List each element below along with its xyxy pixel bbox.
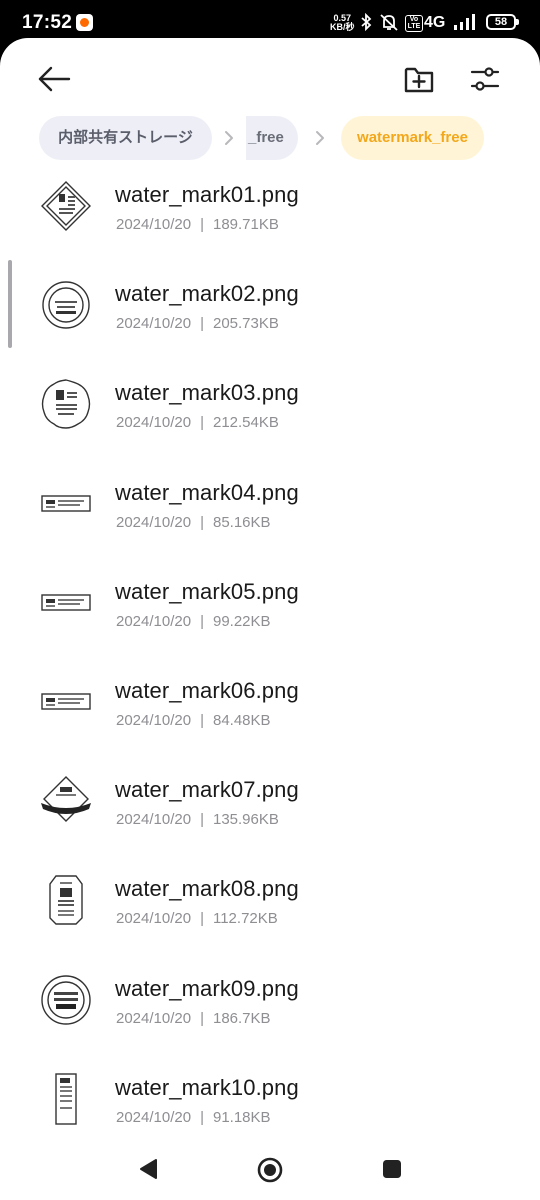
meta-separator: | (200, 910, 204, 927)
file-thumbnail (55, 1073, 77, 1125)
file-date: 2024/10/20 (116, 514, 192, 531)
network-type: 4G (424, 14, 446, 31)
meta-separator: | (200, 1109, 204, 1126)
file-name: water_mark03.png (115, 380, 299, 405)
file-thumbnail (49, 875, 83, 925)
file-thumbnail (41, 495, 91, 512)
file-thumbnail (42, 281, 90, 329)
file-meta: 2024/10/20 | 135.96KB (116, 811, 279, 828)
file-size: 85.16KB (212, 514, 271, 531)
file-meta: 2024/10/20 | 112.72KB (116, 910, 278, 927)
meta-separator: | (200, 315, 204, 332)
file-size: 91.18KB (212, 1109, 271, 1126)
file-meta: 2024/10/20 | 189.71KB (116, 216, 279, 233)
file-name: water_mark09.png (115, 976, 299, 1001)
file-row[interactable]: water_mark05.png 2024/10/20 | 99.22KB (0, 575, 540, 674)
file-row[interactable]: water_mark04.png 2024/10/20 | 85.16KB (0, 476, 540, 575)
file-size: 189.71KB (212, 216, 279, 233)
breadcrumb: 内部共有ストレージ _free watermark_free (0, 116, 540, 162)
file-date: 2024/10/20 (116, 910, 192, 927)
triangle-back-icon[interactable] (137, 1157, 159, 1181)
file-meta: 2024/10/20 | 205.73KB (116, 315, 279, 332)
circle-home-icon[interactable] (256, 1156, 284, 1184)
arrow-left-icon[interactable] (36, 62, 72, 96)
signal-icon (454, 14, 475, 30)
volte-badge: Vo LTE (405, 15, 423, 32)
folder-plus-icon[interactable] (402, 62, 436, 96)
file-name: water_mark01.png (115, 182, 299, 207)
file-thumbnail (41, 181, 91, 231)
file-meta: 2024/10/20 | 212.54KB (116, 414, 279, 431)
file-meta: 2024/10/20 | 91.18KB (116, 1109, 271, 1126)
file-meta: 2024/10/20 | 84.48KB (116, 712, 271, 729)
file-date: 2024/10/20 (116, 216, 192, 233)
status-time: 17:52 (22, 12, 73, 33)
meta-separator: | (200, 811, 204, 828)
file-date: 2024/10/20 (116, 1010, 192, 1027)
file-name: water_mark06.png (115, 678, 299, 703)
square-recents-icon[interactable] (382, 1159, 402, 1179)
chevron-right-icon (225, 131, 233, 145)
file-name: water_mark08.png (115, 876, 299, 901)
file-thumbnail (41, 379, 91, 429)
file-size: 112.72KB (212, 910, 278, 927)
file-row[interactable]: water_mark01.png 2024/10/20 | 189.71KB (0, 178, 540, 277)
file-date: 2024/10/20 (116, 414, 192, 431)
breadcrumb-item-storage[interactable]: 内部共有ストレージ (39, 116, 212, 160)
file-name: water_mark05.png (115, 579, 299, 604)
breadcrumb-item-free[interactable]: _free (246, 116, 298, 160)
file-name: water_mark10.png (115, 1075, 299, 1100)
meta-separator: | (200, 1010, 204, 1027)
file-size: 99.22KB (212, 613, 271, 630)
file-row[interactable]: water_mark09.png 2024/10/20 | 186.7KB (0, 972, 540, 1071)
breadcrumb-item-watermark-free[interactable]: watermark_free (341, 116, 484, 160)
file-row[interactable]: water_mark03.png 2024/10/20 | 212.54KB (0, 376, 540, 475)
file-browser-sheet: 内部共有ストレージ _free watermark_free water_mar… (0, 38, 540, 1200)
file-row[interactable]: water_mark07.png 2024/10/20 | 135.96KB (0, 773, 540, 872)
meta-separator: | (200, 613, 204, 630)
file-size: 205.73KB (212, 315, 279, 332)
file-thumbnail (41, 693, 91, 710)
file-date: 2024/10/20 (116, 811, 192, 828)
file-date: 2024/10/20 (116, 315, 192, 332)
file-name: water_mark07.png (115, 777, 299, 802)
file-size: 212.54KB (212, 414, 279, 431)
battery-indicator: 58 (486, 14, 519, 30)
file-date: 2024/10/20 (116, 712, 192, 729)
file-thumbnail (41, 776, 91, 822)
file-thumbnail (41, 594, 91, 611)
file-meta: 2024/10/20 | 186.7KB (116, 1010, 271, 1027)
net-speed-unit: KB/秒 (330, 22, 355, 32)
meta-separator: | (200, 514, 204, 531)
mute-bell-icon (380, 14, 398, 31)
file-size: 84.48KB (212, 712, 271, 729)
chevron-right-icon (316, 131, 324, 145)
file-row[interactable]: water_mark02.png 2024/10/20 | 205.73KB (0, 277, 540, 376)
file-size: 186.7KB (212, 1010, 271, 1027)
file-size: 135.96KB (212, 811, 279, 828)
meta-separator: | (200, 216, 204, 233)
app-notification-icon (76, 14, 93, 31)
meta-separator: | (200, 414, 204, 431)
bluetooth-icon (361, 13, 372, 31)
net-speed: 0.57 KB/秒 (330, 14, 355, 32)
meta-separator: | (200, 712, 204, 729)
file-meta: 2024/10/20 | 85.16KB (116, 514, 271, 531)
file-name: water_mark02.png (115, 281, 299, 306)
file-thumbnail (41, 975, 91, 1025)
file-date: 2024/10/20 (116, 613, 192, 630)
file-row[interactable]: water_mark06.png 2024/10/20 | 84.48KB (0, 674, 540, 773)
file-meta: 2024/10/20 | 99.22KB (116, 613, 271, 630)
file-date: 2024/10/20 (116, 1109, 192, 1126)
file-row[interactable]: water_mark08.png 2024/10/20 | 112.72KB (0, 872, 540, 971)
sliders-icon[interactable] (468, 62, 502, 96)
toolbar (0, 38, 540, 118)
file-name: water_mark04.png (115, 480, 299, 505)
